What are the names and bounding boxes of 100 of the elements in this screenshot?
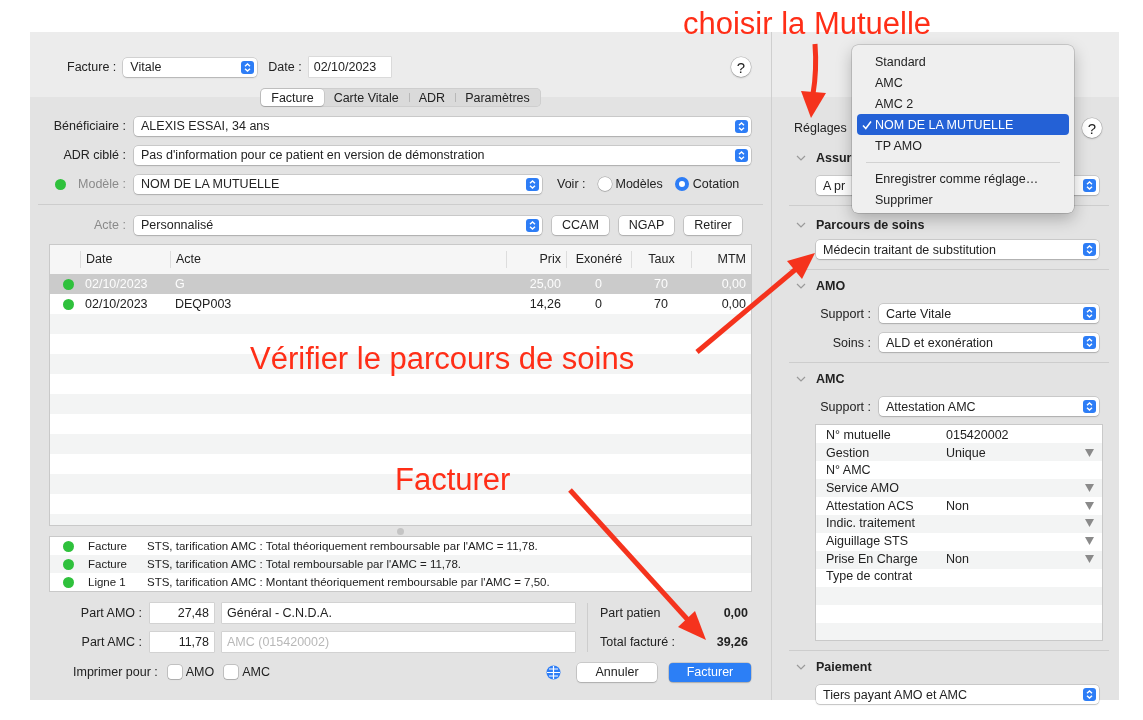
disclosure-chevron-icon[interactable] xyxy=(796,283,806,289)
tab[interactable]: Carte Vitale xyxy=(323,89,409,106)
date-field[interactable]: 02/10/2023 xyxy=(308,57,391,77)
chevron-icon xyxy=(241,60,255,74)
property-name: N° AMC xyxy=(826,463,872,478)
popup-menu[interactable]: Carte Vitale xyxy=(879,304,1099,323)
popup-menu[interactable]: Médecin traitant de substitution xyxy=(816,240,1099,259)
property-name: Prise En Charge xyxy=(826,551,919,566)
popup-menu[interactable]: ALEXIS ESSAI, 34 ans xyxy=(134,116,751,136)
field-label: Soins : xyxy=(831,335,871,350)
section-title: Assur xyxy=(816,151,852,165)
disclosure-chevron-icon[interactable] xyxy=(796,222,806,228)
field-label: Acte : xyxy=(93,218,126,232)
payer-field[interactable]: AMC (015420002) xyxy=(222,632,575,652)
property-row[interactable]: N° AMC xyxy=(816,461,1102,480)
share-label: Part AMO : xyxy=(79,606,142,620)
disclosure-chevron-icon[interactable] xyxy=(796,664,806,670)
popup-menu[interactable]: ALD et exonération xyxy=(879,333,1099,352)
field-label: Bénéficiaire : xyxy=(52,119,126,133)
dropdown-triangle-icon[interactable] xyxy=(1085,536,1094,545)
property-value: Non xyxy=(946,551,970,566)
property-row[interactable]: N° mutuelle 015420002 xyxy=(816,426,1102,444)
chevron-icon xyxy=(526,177,539,191)
popup-menu[interactable]: Attestation AMC xyxy=(879,397,1099,416)
property-name: Attestation ACS xyxy=(826,498,915,513)
column-header[interactable]: Acte xyxy=(170,251,506,268)
field-label: Support : xyxy=(819,306,871,321)
dropdown-triangle-icon[interactable] xyxy=(1085,501,1094,510)
splitter-handle[interactable] xyxy=(397,527,404,535)
dropdown-triangle-icon[interactable] xyxy=(1085,519,1094,528)
message-source: Facture xyxy=(88,540,128,552)
menu-item[interactable]: AMC xyxy=(857,72,1069,93)
radio-button[interactable] xyxy=(597,177,612,191)
chevron-icon xyxy=(735,148,748,162)
payer-field[interactable]: Général - C.N.D.A. xyxy=(222,603,575,623)
property-value: Unique xyxy=(946,445,987,460)
column-header[interactable]: Prix xyxy=(506,251,566,268)
field-label: Imprimer pour : xyxy=(73,665,158,679)
property-value: 015420002 xyxy=(946,427,1010,442)
cancel-button[interactable]: Annuler xyxy=(577,662,657,682)
field-label: Date : xyxy=(268,60,302,74)
dropdown-triangle-icon[interactable] xyxy=(1085,483,1094,492)
help-button[interactable]: ? xyxy=(731,57,751,77)
property-name: N° mutuelle xyxy=(826,427,892,442)
table-cell-text: 0 xyxy=(594,297,603,311)
property-value: Non xyxy=(946,498,970,513)
dropdown-triangle-icon[interactable] xyxy=(1085,448,1094,457)
globe-icon[interactable] xyxy=(546,664,561,680)
popup-menu[interactable]: Pas d'information pour ce patient en version de démonstration xyxy=(134,145,751,165)
annotation-text: choisir la Mutuelle xyxy=(683,6,932,42)
chevron-icon xyxy=(526,218,539,232)
property-name: Gestion xyxy=(826,445,871,460)
disclosure-chevron-icon[interactable] xyxy=(796,376,806,382)
tab[interactable]: Facture xyxy=(261,89,324,106)
submit-button[interactable]: Facturer xyxy=(669,662,751,682)
chevron-icon xyxy=(735,119,748,133)
radio-label: Cotation xyxy=(692,177,740,191)
table-row[interactable]: 02/10/2023 DEQP003 14,26 0 70 0,00 xyxy=(50,294,751,314)
amount-field[interactable]: 27,48 xyxy=(150,603,214,623)
column-header[interactable]: Taux xyxy=(631,251,691,268)
property-row[interactable]: Type de contrat xyxy=(816,567,1102,586)
chevron-icon xyxy=(1083,688,1096,701)
message-source: Facture xyxy=(88,558,128,570)
column-header[interactable]: Date xyxy=(80,251,170,268)
menu-item[interactable]: Enregistrer comme réglage… xyxy=(857,168,1069,189)
popup-menu[interactable]: Vitale xyxy=(123,57,258,77)
summary-label: Part patien xyxy=(600,606,661,620)
help-button[interactable]: ? xyxy=(1082,118,1102,138)
menu-item[interactable]: Supprimer xyxy=(857,189,1069,210)
act-button[interactable]: Retirer xyxy=(684,215,742,235)
field-label: Support : xyxy=(819,399,871,414)
tab[interactable]: Paramètres xyxy=(455,89,540,106)
chevron-icon xyxy=(1083,400,1096,413)
disclosure-chevron-icon[interactable] xyxy=(796,155,806,161)
menu-item[interactable]: TP AMO xyxy=(857,135,1069,156)
menu-item[interactable]: AMC 2 xyxy=(857,93,1069,114)
menu-item[interactable]: Standard xyxy=(857,51,1069,72)
popup-menu[interactable]: Personnalisé xyxy=(134,215,542,235)
column-header[interactable]: MTM xyxy=(691,251,751,268)
dropdown-triangle-icon[interactable] xyxy=(1085,554,1094,563)
chevron-icon xyxy=(1083,336,1096,349)
popup-menu[interactable]: NOM DE LA MUTUELLE xyxy=(134,174,542,194)
checkbox-label: AMC xyxy=(242,665,270,679)
property-name: Type de contrat xyxy=(826,569,914,584)
annotation-text: Facturer xyxy=(395,462,511,498)
summary-value: 39,26 xyxy=(716,635,748,649)
act-button[interactable]: NGAP xyxy=(618,215,675,235)
field-label: Modèle : xyxy=(78,177,126,191)
radio-button[interactable] xyxy=(674,177,689,191)
menu-item[interactable]: NOM DE LA MUTUELLE xyxy=(857,114,1069,135)
section-title: AMO xyxy=(816,279,846,293)
tab[interactable]: ADR xyxy=(408,89,456,106)
radio-label: Modèles xyxy=(615,177,663,191)
act-button[interactable]: CCAM xyxy=(552,215,609,235)
checkbox[interactable] xyxy=(224,665,239,679)
message-text: STS, tarification AMC : Total théoriquement remboursable par l'AMC = 11,78. xyxy=(147,540,539,552)
column-header[interactable]: Exonéré xyxy=(566,251,631,268)
popup-menu[interactable]: Tiers payant AMO et AMC xyxy=(816,685,1099,704)
amount-field[interactable]: 11,78 xyxy=(150,632,214,652)
checkbox[interactable] xyxy=(167,665,182,679)
